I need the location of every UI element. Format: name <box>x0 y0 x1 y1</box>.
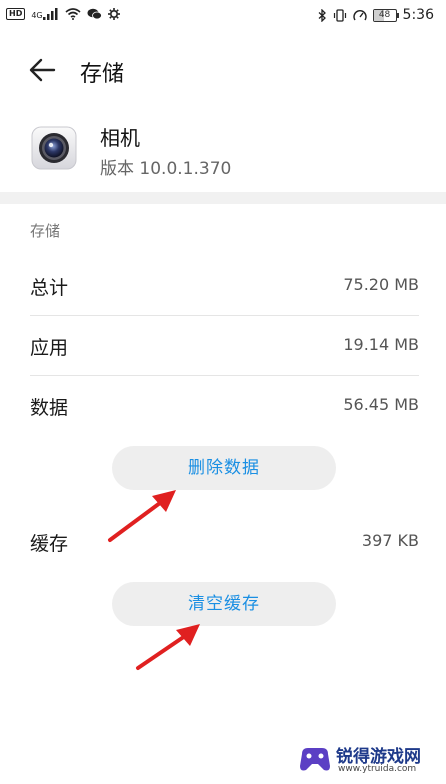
storage-row-app: 应用 19.14 MB <box>30 316 419 376</box>
vibrate-icon <box>333 8 346 22</box>
wechat-icon <box>87 8 102 20</box>
red-arrow-icon <box>108 490 176 542</box>
watermark: 锐得游戏网 www.ytruida.com <box>298 740 438 780</box>
row-label: 缓存 <box>30 533 69 555</box>
status-time: 5:36 <box>402 7 434 23</box>
arrow-left-icon <box>29 58 56 82</box>
row-value: 56.45 MB <box>343 395 419 414</box>
bluetooth-icon <box>318 8 326 22</box>
battery-icon: 48 <box>372 8 399 22</box>
settings-gear-icon <box>107 8 120 20</box>
status-bar: HD 4G 48 5:36 <box>0 0 446 32</box>
row-value: 75.20 MB <box>343 275 419 294</box>
red-arrow-icon <box>136 624 200 670</box>
row-value: 397 KB <box>361 531 419 550</box>
storage-row-data: 数据 56.45 MB <box>30 376 419 436</box>
storage-section-label: 存储 <box>30 222 61 240</box>
row-label: 数据 <box>30 397 69 419</box>
status-right: 48 5:36 <box>318 7 434 23</box>
camera-app-icon <box>30 124 78 172</box>
hd-badge: HD <box>6 8 26 20</box>
page-title: 存储 <box>80 62 125 87</box>
app-bar: 存储 <box>0 38 446 98</box>
battery-level: 48 <box>378 9 391 20</box>
wifi-icon <box>65 8 81 20</box>
cell-signal-icon: 4G <box>31 8 58 20</box>
back-button[interactable] <box>26 54 58 86</box>
speed-gauge-icon <box>352 9 367 20</box>
storage-row-total: 总计 75.20 MB <box>30 256 419 316</box>
row-label: 总计 <box>30 277 69 299</box>
app-version: 版本 10.0.1.370 <box>100 159 232 179</box>
app-info-header: 相机 版本 10.0.1.370 <box>0 108 446 192</box>
watermark-url: www.ytruida.com <box>338 764 417 774</box>
app-name: 相机 <box>100 126 140 150</box>
row-value: 19.14 MB <box>343 335 419 354</box>
storage-row-cache: 缓存 397 KB <box>30 512 419 572</box>
network-type: 4G <box>31 11 43 20</box>
signal-bars-icon <box>42 8 58 20</box>
game-controller-logo-icon <box>300 748 330 771</box>
row-label: 应用 <box>30 337 69 359</box>
status-left: HD 4G <box>6 8 120 20</box>
section-divider <box>0 192 446 204</box>
